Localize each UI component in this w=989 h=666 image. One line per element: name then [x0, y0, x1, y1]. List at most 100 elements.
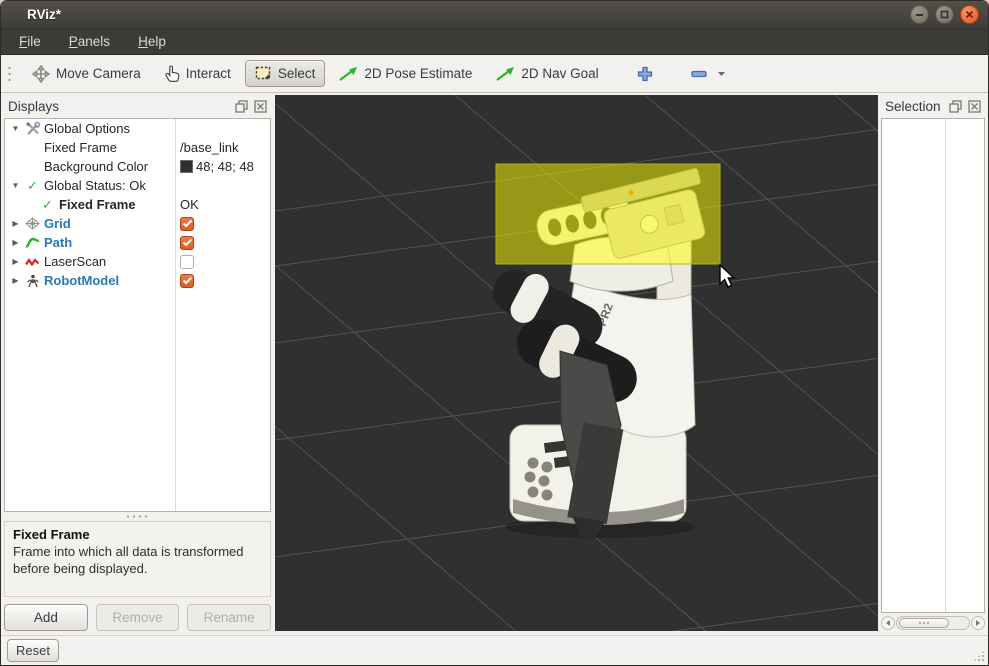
row-label: RobotModel: [44, 273, 119, 288]
add-display-button[interactable]: Add: [4, 604, 88, 631]
float-panel-icon[interactable]: [949, 100, 962, 113]
scrollbar-thumb[interactable]: [899, 618, 949, 628]
remove-display-button[interactable]: Remove: [96, 604, 180, 631]
minimize-button[interactable]: [910, 5, 929, 24]
reset-button[interactable]: Reset: [7, 639, 59, 662]
displays-tree: ▼ Global Options: [4, 118, 271, 512]
tool-move-camera[interactable]: Move Camera: [22, 59, 151, 89]
path-icon: [25, 235, 40, 250]
move-camera-icon: [32, 65, 50, 83]
tool-label: Select: [278, 66, 316, 81]
tree-row-path[interactable]: ▶ Path: [5, 233, 270, 252]
green-arrow-icon: [496, 66, 515, 81]
selection-hscrollbar[interactable]: [881, 615, 985, 631]
menu-file[interactable]: File: [9, 31, 51, 52]
menu-help[interactable]: Help: [128, 31, 176, 52]
path-enabled-checkbox[interactable]: [180, 236, 194, 250]
scroll-left-arrow[interactable]: [881, 616, 895, 630]
check-icon: [182, 238, 193, 247]
tree-row-global-status[interactable]: ▼ ✓ Global Status: Ok: [5, 176, 270, 195]
toolbar: Move Camera Interact Select 2D Pose Esti…: [1, 55, 988, 93]
scroll-right-arrow[interactable]: [971, 616, 985, 630]
scrollbar-track[interactable]: [896, 616, 970, 630]
grid-icon: [25, 216, 40, 231]
tool-2d-pose-estimate[interactable]: 2D Pose Estimate: [329, 60, 482, 87]
tool-label: Move Camera: [56, 66, 141, 81]
rviz-window: RViz* File Panels Help: [0, 0, 989, 666]
main-area: Displays ▼: [1, 93, 988, 635]
robot-icon: [25, 273, 40, 288]
minimize-icon: [915, 10, 924, 19]
close-button[interactable]: [960, 5, 979, 24]
row-label: Fixed Frame: [44, 140, 117, 155]
tree-row-background-color[interactable]: Background Color 48; 48; 48: [5, 157, 270, 176]
tool-select[interactable]: Select: [245, 60, 326, 87]
mouse-cursor: [720, 265, 734, 287]
tree-row-grid[interactable]: ▶ Grid: [5, 214, 270, 233]
selection-panel: Selection: [879, 93, 988, 635]
displays-title: Displays: [8, 99, 59, 114]
tool-label: Interact: [186, 66, 231, 81]
displays-header: Displays: [4, 95, 271, 118]
background-color-value[interactable]: 48; 48; 48: [175, 157, 270, 176]
help-body: Frame into which all data is transformed…: [13, 544, 262, 578]
tool-label: 2D Pose Estimate: [364, 66, 472, 81]
help-splitter[interactable]: [4, 512, 271, 521]
row-label: Fixed Frame: [59, 197, 136, 212]
menu-panels[interactable]: Panels: [59, 31, 120, 52]
select-box-icon: [255, 66, 272, 81]
expander-closed[interactable]: ▶: [10, 257, 21, 266]
row-label: Background Color: [44, 159, 148, 174]
color-swatch: [180, 160, 193, 173]
laserscan-enabled-checkbox[interactable]: [180, 255, 194, 269]
check-icon: [182, 276, 193, 285]
toolbar-grip[interactable]: [7, 63, 12, 85]
fixed-frame-value[interactable]: /base_link: [175, 138, 270, 157]
menubar: File Panels Help: [1, 29, 988, 55]
tree-row-global-options[interactable]: ▼ Global Options: [5, 119, 270, 138]
green-arrow-icon: [339, 66, 358, 81]
robotmodel-enabled-checkbox[interactable]: [180, 274, 194, 288]
tree-row-laserscan[interactable]: ▶ LaserScan: [5, 252, 270, 271]
titlebar[interactable]: RViz*: [1, 1, 988, 29]
expander-closed[interactable]: ▶: [10, 219, 21, 228]
grid-enabled-checkbox[interactable]: [180, 217, 194, 231]
rename-display-button[interactable]: Rename: [187, 604, 271, 631]
expander-closed[interactable]: ▶: [10, 276, 21, 285]
chevron-down-icon: [717, 71, 726, 77]
tree-row-status-fixed-frame[interactable]: ✓ Fixed Frame OK: [5, 195, 270, 214]
add-tool-button[interactable]: [627, 60, 663, 88]
displays-panel: Displays ▼: [1, 93, 273, 635]
remove-tool-button[interactable]: [681, 64, 736, 84]
tree-row-fixed-frame[interactable]: Fixed Frame /base_link: [5, 138, 270, 157]
help-title: Fixed Frame: [13, 527, 262, 544]
expander-open[interactable]: ▼: [10, 124, 21, 133]
maximize-button[interactable]: [935, 5, 954, 24]
float-panel-icon[interactable]: [235, 100, 248, 113]
status-ok-check-icon: ✓: [40, 197, 55, 212]
render-viewport-3d[interactable]: PR2: [275, 95, 878, 631]
displays-buttons: Add Remove Rename: [4, 604, 271, 631]
expander-closed[interactable]: ▶: [10, 238, 21, 247]
row-label: Grid: [44, 216, 71, 231]
selection-title: Selection: [885, 99, 941, 114]
tool-interact[interactable]: Interact: [155, 59, 241, 88]
close-panel-icon[interactable]: [254, 100, 267, 113]
status-value: OK: [175, 195, 270, 214]
minus-icon: [691, 70, 707, 78]
close-panel-icon[interactable]: [968, 100, 981, 113]
tool-2d-nav-goal[interactable]: 2D Nav Goal: [486, 60, 608, 87]
check-icon: [182, 219, 193, 228]
row-label: Global Options: [44, 121, 130, 136]
window-resize-grip[interactable]: [973, 650, 985, 662]
tree-column-divider[interactable]: [175, 119, 176, 511]
selection-rubber-band: [496, 164, 720, 264]
plus-icon: [637, 66, 653, 82]
selection-list[interactable]: [881, 118, 985, 613]
expander-open[interactable]: ▼: [10, 181, 21, 190]
laserscan-icon: [25, 254, 40, 269]
tree-row-robotmodel[interactable]: ▶ RobotModel: [5, 271, 270, 290]
selection-header: Selection: [881, 95, 985, 118]
3d-scene: PR2: [275, 95, 878, 631]
selection-column-divider: [945, 119, 946, 612]
